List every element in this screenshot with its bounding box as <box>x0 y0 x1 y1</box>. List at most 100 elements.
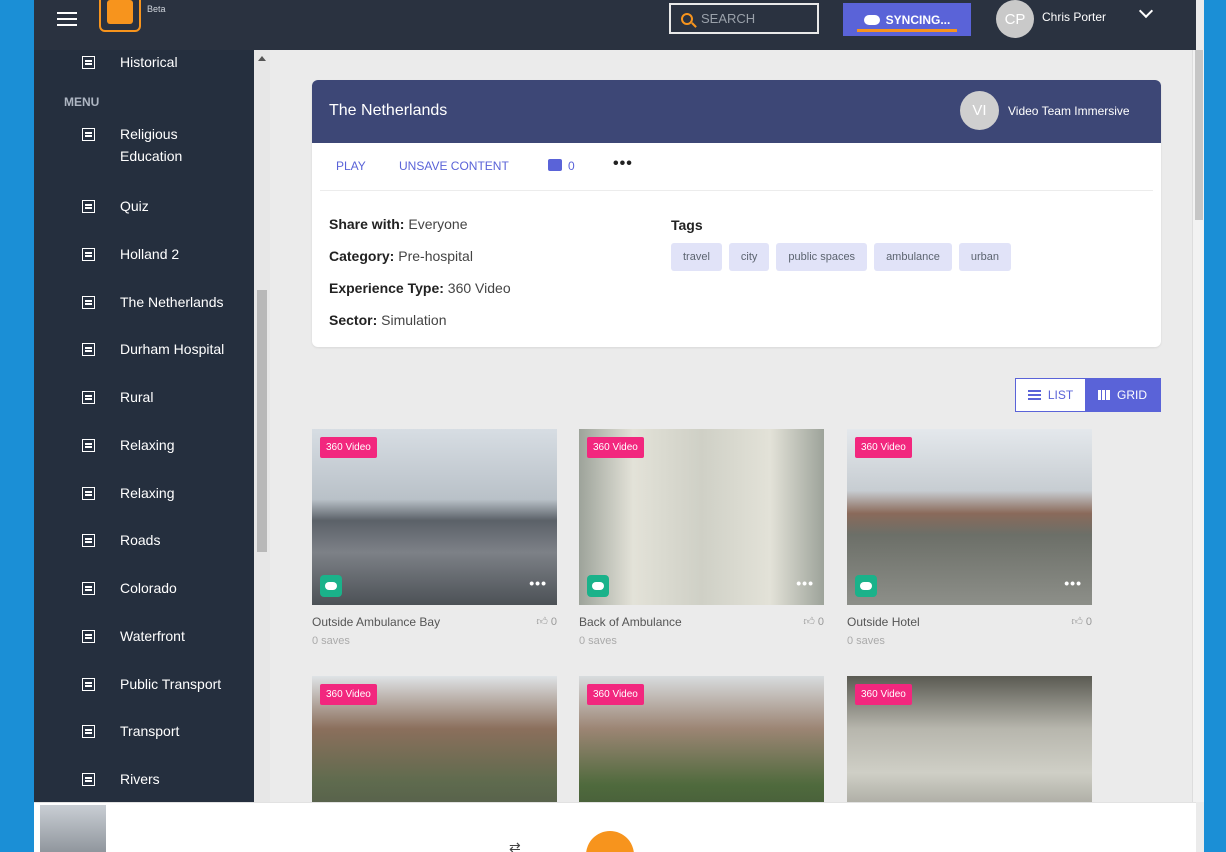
experience-type-field: Experience Type: 360 Video <box>329 280 511 296</box>
app-window: Beta SEARCH SYNCING... CP Chris Porter H… <box>34 0 1204 852</box>
app-logo[interactable] <box>99 0 141 32</box>
sidebar-item-label: Rural <box>120 389 154 405</box>
sidebar-item-relaxing[interactable]: Relaxing <box>82 437 174 456</box>
list-icon <box>82 534 95 547</box>
meta-value: Pre-hospital <box>398 248 473 264</box>
sidebar-menu-heading: MENU <box>64 95 100 109</box>
meta-value: Everyone <box>408 216 468 232</box>
main-scroll-thumb[interactable] <box>1195 50 1203 220</box>
sidebar-item-relaxing-2[interactable]: Relaxing <box>82 485 174 504</box>
view-toggle: LIST GRID <box>1015 378 1161 412</box>
content-tile[interactable]: 360 Video ••• Outside Ambulance Bay 👍︎ 0… <box>312 429 557 647</box>
tile-thumbnail[interactable]: 360 Video ••• <box>847 429 1092 605</box>
tile-thumbnail[interactable]: 360 Video ••• <box>312 429 557 605</box>
play-button[interactable]: PLAY <box>336 159 366 173</box>
sidebar-item-label: The Netherlands <box>120 294 224 310</box>
tile-likes[interactable]: 👍︎ 0 <box>1071 615 1092 628</box>
list-icon <box>82 128 95 141</box>
sidebar-item-holland-2[interactable]: Holland 2 <box>82 246 179 265</box>
like-button[interactable]: 0 <box>548 159 575 173</box>
sync-button[interactable]: SYNCING... <box>843 3 971 36</box>
tag-chip[interactable]: city <box>728 243 770 271</box>
like-count: 0 <box>817 616 824 628</box>
more-options-icon[interactable]: ••• <box>796 575 814 591</box>
thumbs-up-icon: 👍︎ <box>1071 616 1083 628</box>
sidebar-item-transport[interactable]: Transport <box>82 723 179 742</box>
tag-chip[interactable]: travel <box>671 243 722 271</box>
360-video-badge: 360 Video <box>855 437 912 458</box>
list-view-label: LIST <box>1047 388 1074 402</box>
sidebar-item-durham-hospital[interactable]: Durham Hospital <box>82 341 224 360</box>
cloud-download-icon[interactable] <box>320 575 342 597</box>
card-header: The Netherlands VI Video Team Immersive <box>312 80 1161 143</box>
tile-title[interactable]: Back of Ambulance <box>579 615 682 629</box>
sidebar-item-waterfront[interactable]: Waterfront <box>82 628 185 647</box>
360-video-badge: 360 Video <box>855 684 912 705</box>
tile-title[interactable]: Outside Ambulance Bay <box>312 615 440 629</box>
sidebar-item-religious-education[interactable]: Religious Education <box>82 126 200 167</box>
sidebar-item-label: Roads <box>120 532 161 548</box>
tag-chip[interactable]: ambulance <box>874 243 952 271</box>
repeat-icon[interactable]: ⇄ <box>509 839 521 852</box>
more-options-icon[interactable]: ••• <box>529 575 547 591</box>
chevron-down-icon[interactable] <box>1138 3 1154 19</box>
tag-chip[interactable]: public spaces <box>776 243 868 271</box>
user-avatar[interactable]: CP <box>996 0 1034 38</box>
logo-mark <box>107 0 133 24</box>
unsave-content-button[interactable]: UNSAVE CONTENT <box>399 159 509 173</box>
meta-key: Experience Type: <box>329 280 444 296</box>
sidebar-scrollbar[interactable] <box>254 50 270 802</box>
content-tile[interactable]: 360 Video ••• Outside Hotel 👍︎ 0 0 saves <box>847 429 1092 647</box>
sector-field: Sector: Simulation <box>329 312 447 328</box>
now-playing-thumbnail[interactable] <box>40 805 106 852</box>
meta-key: Share with: <box>329 216 405 232</box>
meta-value: Simulation <box>381 312 447 328</box>
sidebar-item-rural[interactable]: Rural <box>82 389 153 408</box>
tag-list: travel city public spaces ambulance urba… <box>671 243 1012 271</box>
scroll-up-arrow-icon[interactable] <box>258 56 266 61</box>
list-view-button[interactable]: LIST <box>1016 379 1085 411</box>
sidebar-item-label: Historical <box>120 54 178 70</box>
grid-view-label: GRID <box>1117 388 1148 402</box>
sidebar-item-the-netherlands[interactable]: The Netherlands <box>82 294 224 313</box>
sidebar-item-label: Holland 2 <box>120 246 180 262</box>
sidebar-scroll-thumb[interactable] <box>257 290 267 552</box>
sidebar-item-public-transport[interactable]: Public Transport <box>82 676 221 695</box>
more-options-icon[interactable]: ••• <box>1064 575 1082 591</box>
tag-chip[interactable]: urban <box>958 243 1012 271</box>
sidebar-item-roads[interactable]: Roads <box>82 532 160 551</box>
sidebar-item-historical[interactable]: Historical <box>82 54 178 73</box>
play-pause-button[interactable] <box>586 831 634 852</box>
hamburger-menu-icon[interactable] <box>57 12 77 26</box>
meta-key: Category: <box>329 248 395 264</box>
search-icon <box>681 12 693 25</box>
tile-likes[interactable]: 👍︎ 0 <box>536 615 557 628</box>
sidebar-item-label: Transport <box>120 723 180 739</box>
sidebar-item-colorado[interactable]: Colorado <box>82 580 177 599</box>
sidebar-item-label: Religious Education <box>120 126 183 164</box>
search-input[interactable]: SEARCH <box>669 3 819 34</box>
sidebar: Historical MENU Religious Education Quiz… <box>34 50 254 802</box>
thumbs-up-icon: 👍︎ <box>536 616 548 628</box>
tile-thumbnail[interactable]: 360 Video ••• <box>579 429 824 605</box>
tags-heading: Tags <box>671 217 703 233</box>
main-scrollbar[interactable] <box>1192 50 1204 802</box>
sidebar-item-rivers[interactable]: Rivers <box>82 771 160 790</box>
more-options-icon[interactable]: ••• <box>613 155 633 173</box>
user-name[interactable]: Chris Porter <box>1042 10 1106 24</box>
grid-view-icon <box>1098 390 1111 400</box>
like-count: 0 <box>1085 616 1092 628</box>
sidebar-item-label: Public Transport <box>120 676 222 692</box>
360-video-badge: 360 Video <box>587 437 644 458</box>
tile-likes[interactable]: 👍︎ 0 <box>803 615 824 628</box>
content-tile[interactable]: 360 Video ••• Back of Ambulance 👍︎ 0 0 s… <box>579 429 824 647</box>
tile-title[interactable]: Outside Hotel <box>847 615 920 629</box>
grid-view-button[interactable]: GRID <box>1085 379 1160 411</box>
sidebar-item-quiz[interactable]: Quiz <box>82 198 149 217</box>
content-title: The Netherlands <box>329 102 448 119</box>
sidebar-item-label: Quiz <box>120 198 149 214</box>
cloud-download-icon[interactable] <box>855 575 877 597</box>
beta-label: Beta <box>147 4 166 14</box>
cloud-download-icon[interactable] <box>587 575 609 597</box>
sidebar-item-label: Waterfront <box>120 628 185 644</box>
